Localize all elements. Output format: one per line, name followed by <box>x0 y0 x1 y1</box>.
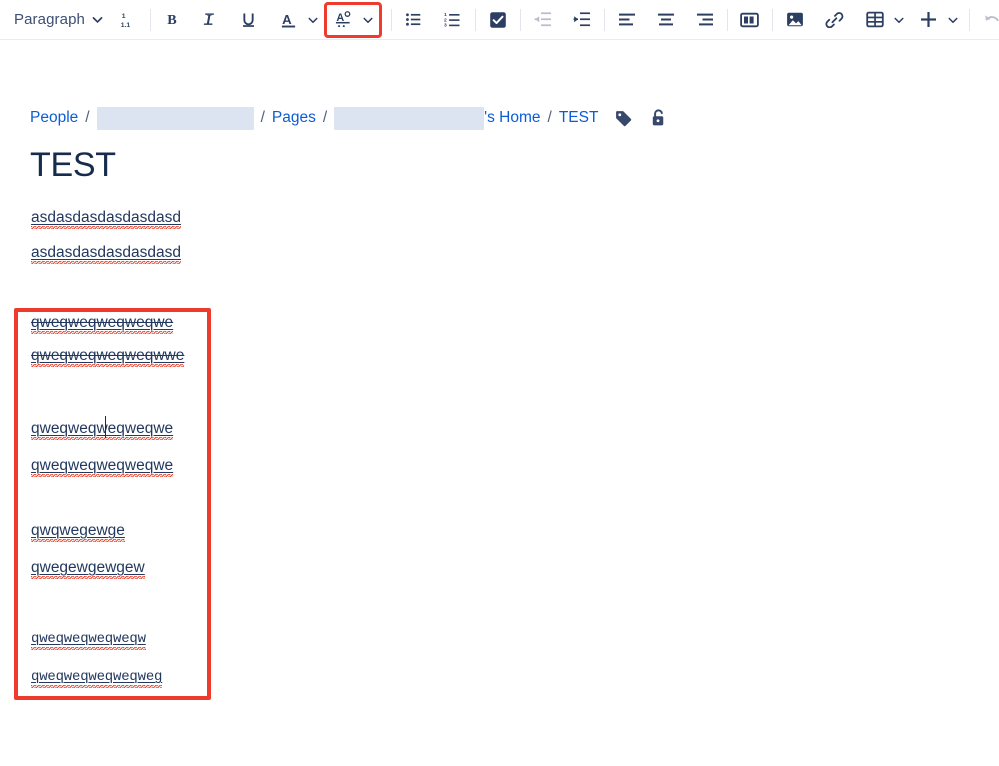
chevron-down-icon[interactable] <box>944 5 962 35</box>
page-title[interactable]: TEST <box>30 144 116 186</box>
breadcrumb-item-pages[interactable]: Pages <box>272 109 316 127</box>
outdent-icon[interactable] <box>528 5 558 35</box>
align-center-icon[interactable] <box>651 5 681 35</box>
breadcrumb-separator: / <box>260 109 265 126</box>
toolbar-divider <box>474 8 476 31</box>
paragraph-style-select[interactable]: Paragraph <box>4 5 107 35</box>
breadcrumb-separator: / <box>322 109 328 126</box>
text-styles-icon[interactable]: A <box>329 5 359 35</box>
align-left-icon[interactable] <box>612 5 642 35</box>
indent-icon[interactable] <box>567 5 597 35</box>
breadcrumb-home-label[interactable]: 's Home <box>484 109 540 127</box>
table-button[interactable] <box>860 5 908 35</box>
align-right-icon[interactable] <box>690 5 720 35</box>
paragraph-6[interactable]: qweqweqweqweqwe <box>31 456 174 477</box>
chevron-down-icon[interactable] <box>359 7 377 33</box>
numbered-outline-icon[interactable]: 1 1.1 <box>113 5 143 35</box>
tag-icon[interactable] <box>614 109 633 128</box>
text-styles-button[interactable]: A <box>323 1 382 38</box>
link-icon[interactable] <box>820 5 850 35</box>
toolbar-divider <box>149 8 151 31</box>
text-color-icon[interactable]: A <box>274 5 304 35</box>
breadcrumb-item-people[interactable]: People <box>30 109 78 127</box>
breadcrumb-separator: / <box>547 109 552 126</box>
paragraph-9[interactable]: qweqweqweqweqw <box>31 629 146 650</box>
chevron-down-icon[interactable] <box>89 5 107 35</box>
svg-text:1: 1 <box>444 12 447 18</box>
chevron-down-icon[interactable] <box>304 5 322 35</box>
paragraph-style-label: Paragraph <box>14 11 85 28</box>
svg-text:1.1: 1.1 <box>121 22 131 29</box>
toolbar-divider <box>726 8 728 31</box>
svg-text:3: 3 <box>444 23 447 28</box>
breadcrumb-item-test[interactable]: TEST <box>559 109 599 127</box>
paragraph-10[interactable]: qweqweqweqweqweg <box>31 667 162 688</box>
paragraph-3[interactable]: qweqweqweqweqwe <box>31 313 174 334</box>
paragraph-8[interactable]: qwegewgewgew <box>31 558 145 579</box>
svg-text:1: 1 <box>122 13 126 20</box>
table-icon[interactable] <box>860 5 890 35</box>
breadcrumb: People / / Pages / 's Home / TEST <box>30 106 668 130</box>
plus-icon[interactable] <box>914 5 944 35</box>
underline-icon[interactable] <box>234 5 264 35</box>
paragraph-4[interactable]: qweqweqweqweqwwe <box>31 346 185 367</box>
toolbar-divider <box>519 8 521 31</box>
task-list-icon[interactable] <box>483 5 513 35</box>
image-icon[interactable] <box>780 5 810 35</box>
insert-button[interactable] <box>914 5 962 35</box>
breadcrumb-redacted-name <box>334 106 485 130</box>
toolbar-divider <box>771 8 773 31</box>
paragraph-5[interactable]: qweqweqweqweqwe <box>31 419 174 440</box>
chevron-down-icon[interactable] <box>890 5 908 35</box>
editor-page: People / / Pages / 's Home / TEST TEST a… <box>0 40 999 735</box>
bullet-list-icon[interactable] <box>399 5 429 35</box>
svg-text:A: A <box>283 11 293 26</box>
toolbar-divider <box>603 8 605 31</box>
undo-icon[interactable] <box>977 5 999 35</box>
toolbar-divider <box>968 8 970 31</box>
svg-text:2: 2 <box>444 17 447 23</box>
toolbar-divider <box>390 8 392 31</box>
breadcrumb-item-redacted-space[interactable] <box>96 106 254 130</box>
paragraph-7[interactable]: qwqwegewge <box>31 521 125 542</box>
unlock-icon[interactable] <box>649 108 668 128</box>
svg-text:B: B <box>168 12 178 28</box>
paragraph-1[interactable]: asdasdasdasdasdasd <box>31 208 181 229</box>
paragraph-2[interactable]: asdasdasdasdasdasd <box>31 243 181 264</box>
breadcrumb-item-home[interactable]: 's Home <box>334 106 541 130</box>
italic-icon[interactable]: I <box>196 5 226 35</box>
text-color-button[interactable]: A <box>274 5 322 35</box>
bold-icon[interactable]: B <box>158 5 188 35</box>
text-caret <box>105 416 107 438</box>
editor-toolbar: Paragraph 1 1.1 B I A A 1 2 3 <box>0 0 999 40</box>
layout-columns-icon[interactable] <box>735 5 765 35</box>
breadcrumb-separator: / <box>85 109 90 126</box>
numbered-list-icon[interactable]: 1 2 3 <box>438 5 468 35</box>
